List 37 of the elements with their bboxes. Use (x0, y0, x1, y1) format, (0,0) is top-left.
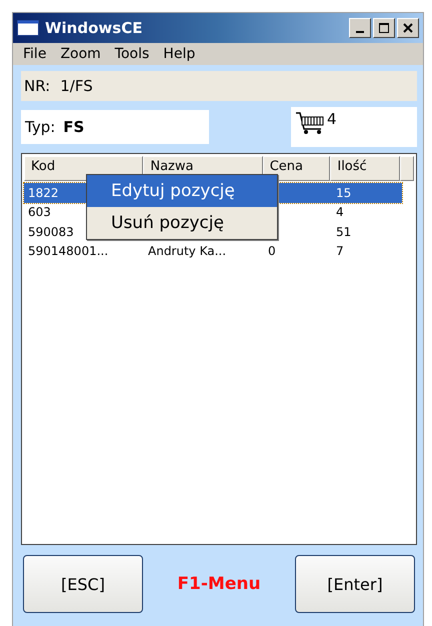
menu-item[interactable]: Zoom (60, 46, 101, 62)
table-cell: 590083 (28, 224, 74, 239)
type-label: Typ: (25, 118, 56, 136)
close-button[interactable] (397, 18, 419, 38)
table-cell: 7 (336, 244, 344, 258)
column-header (400, 156, 414, 181)
table-cell: 0 (268, 244, 276, 258)
column-header[interactable]: Cena (262, 156, 330, 181)
menu-item[interactable]: Tools (114, 46, 150, 62)
maximize-button[interactable] (373, 18, 395, 38)
column-header[interactable]: Ilość (330, 156, 400, 181)
enter-button[interactable]: [Enter] (295, 555, 415, 613)
table-cell: 590148001... (28, 244, 108, 258)
table-row[interactable]: 590148001... Andruty Ka... 0 7 (24, 242, 414, 261)
table-cell: 51 (336, 224, 352, 239)
number-label: NR: (24, 77, 50, 95)
table-cell: 15 (336, 186, 352, 200)
type-value: FS (63, 118, 84, 136)
escape-button[interactable]: [ESC] (23, 555, 143, 613)
window-icon (17, 20, 39, 36)
table-cell: 1822 (28, 186, 59, 200)
close-icon (402, 22, 414, 34)
minimize-button[interactable] (349, 18, 371, 38)
table-cell: 4 (336, 205, 344, 220)
window-title: WindowsCE (45, 19, 144, 37)
maximize-icon (378, 22, 390, 34)
table-cell: 603 (28, 205, 51, 220)
table-cell: Andruty Ka... (148, 244, 226, 258)
minimize-icon (356, 31, 364, 33)
menu-item[interactable]: Help (163, 46, 196, 62)
context-menu-item[interactable]: Usuń pozycję (87, 207, 277, 239)
menu-item[interactable]: File (23, 46, 46, 62)
menu-hint: F1-Menu (177, 574, 261, 594)
cart-icon (295, 110, 325, 136)
number-value: 1/FS (60, 77, 93, 95)
context-menu-item[interactable]: Edytuj pozycję (87, 175, 277, 207)
cart-count: 4 (327, 110, 337, 128)
